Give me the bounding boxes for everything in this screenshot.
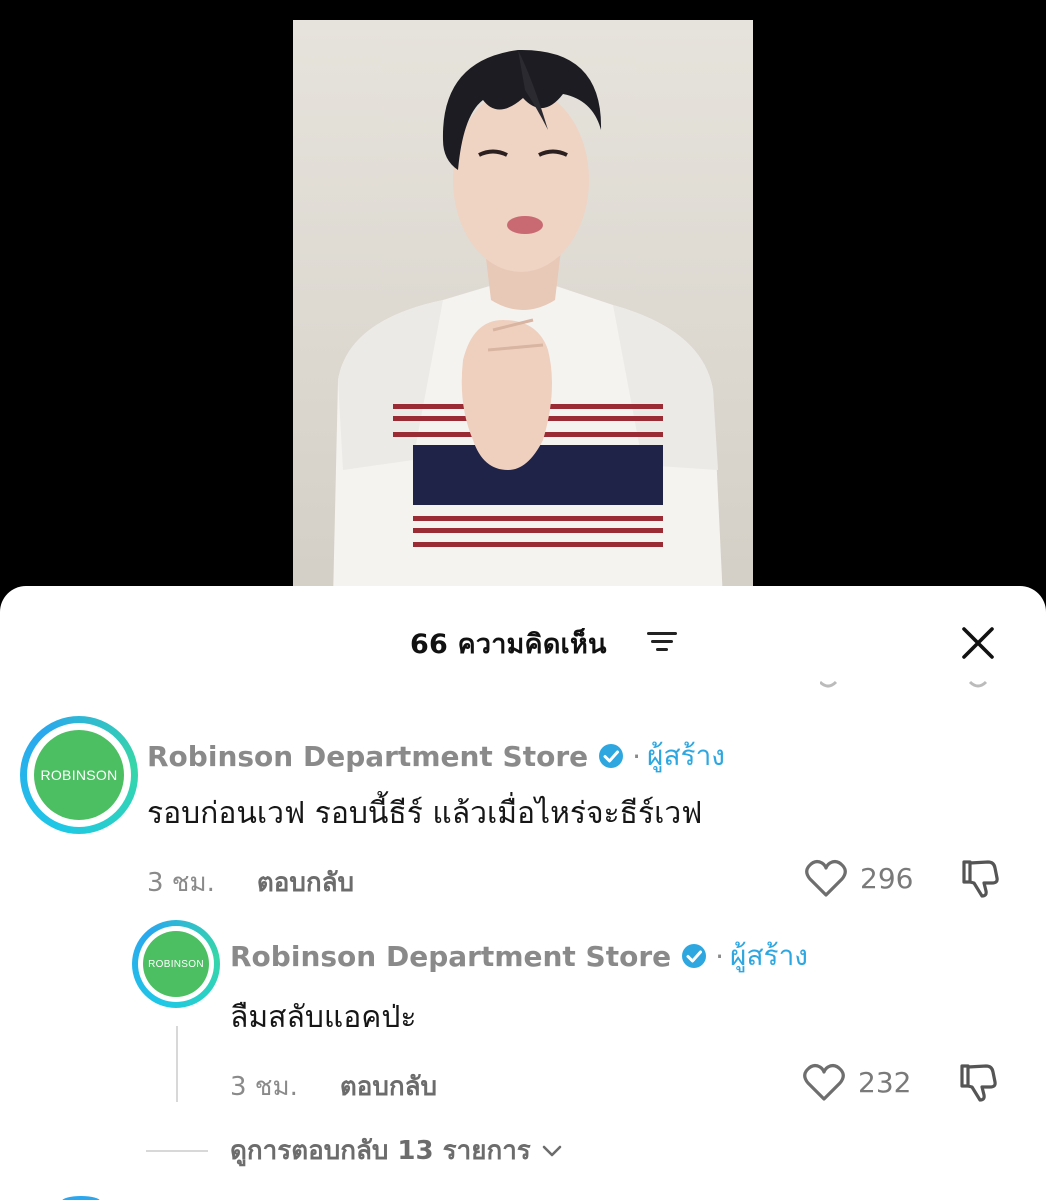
comment-text: รอบก่อนเวฟ รอบนี้ธีร์ แล้วเมื่อไหร่จะธีร…: [147, 796, 703, 831]
comment-author-line: Robinson Department Store · ผู้สร้าง: [230, 934, 808, 978]
comment-item: ROBINSON Robinson Department Store · ผู้…: [0, 586, 1046, 916]
chevron-down-icon: [542, 1145, 562, 1156]
comment-meta: 3 ชม. ตอบกลับ: [230, 1066, 437, 1107]
view-replies-label: ดูการตอบกลับ 13 รายการ: [230, 1136, 531, 1166]
separator-dot: ·: [632, 739, 642, 773]
reply-button[interactable]: ตอบกลับ: [340, 1066, 437, 1107]
creator-tag: ผู้สร้าง: [730, 939, 808, 972]
reply-button[interactable]: ตอบกลับ: [257, 862, 354, 903]
verified-badge-icon: [599, 744, 624, 768]
thumbs-down-icon[interactable]: [958, 1062, 998, 1104]
creator-tag: ผู้สร้าง: [647, 739, 725, 772]
divider: [146, 1149, 208, 1152]
comments-sheet: 66 ความคิดเห็น ROBINSON Robinson Departm…: [0, 586, 1046, 1200]
comment-author-line: Robinson Department Store · ผู้สร้าง: [147, 734, 725, 778]
thumbs-down-icon[interactable]: [960, 858, 1000, 900]
video-person-illustration: [333, 49, 723, 600]
like-count: 232: [858, 1065, 912, 1099]
video-player[interactable]: [0, 0, 1046, 600]
next-comment-avatar-edge: [62, 1196, 100, 1200]
like-button[interactable]: 296: [804, 858, 913, 898]
heart-icon: [805, 859, 847, 897]
heart-icon: [803, 1063, 845, 1101]
comment-timestamp: 3 ชม.: [147, 868, 215, 898]
comment-timestamp: 3 ชม.: [230, 1072, 298, 1102]
verified-badge-icon: [682, 944, 707, 968]
comment-meta: 3 ชม. ตอบกลับ: [147, 862, 354, 903]
video-frame[interactable]: [293, 20, 753, 600]
separator-dot: ·: [715, 939, 725, 973]
reply-comment-item: ROBINSON Robinson Department Store · ผู้…: [0, 916, 1046, 1136]
comment-text: ลืมสลับแอคป่ะ: [230, 1000, 417, 1035]
like-count: 296: [860, 861, 914, 895]
robinson-logo-icon: ROBINSON: [34, 730, 124, 820]
comment-author[interactable]: Robinson Department Store: [147, 740, 588, 773]
view-replies-button[interactable]: ดูการตอบกลับ 13 รายการ: [146, 1130, 563, 1171]
like-button[interactable]: 232: [802, 1062, 911, 1102]
comment-author[interactable]: Robinson Department Store: [230, 940, 671, 973]
thread-line: [176, 1026, 178, 1102]
robinson-logo-icon: ROBINSON: [143, 931, 209, 997]
